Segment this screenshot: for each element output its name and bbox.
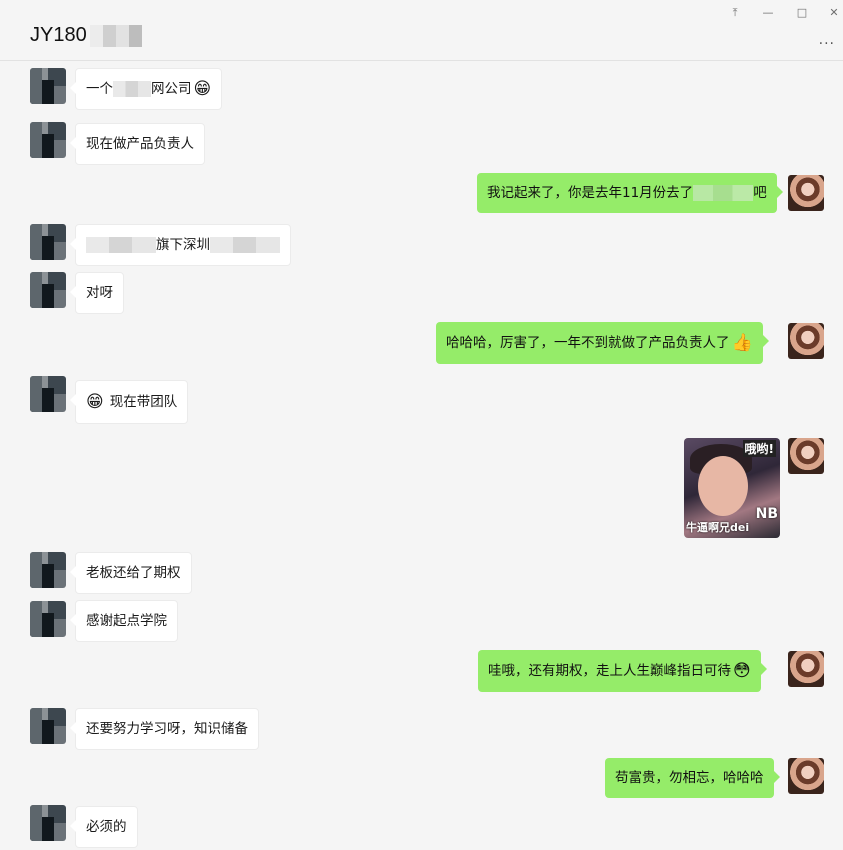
grin-emoji-icon: 😁 [193,79,212,99]
my-avatar[interactable] [788,175,824,211]
contact-avatar[interactable] [30,708,66,744]
minimize-icon[interactable]: — [758,6,778,20]
grin-emoji-icon: 😁 [86,392,104,412]
message-bubble[interactable]: 我记起来了，你是去年11月份去了吧 [477,173,783,213]
my-avatar[interactable] [788,438,824,474]
message-bubble[interactable]: 对呀 [70,272,124,314]
message-bubble[interactable]: 哈哈哈，厉害了，一年不到就做了产品负责人了 👍 [436,322,769,364]
contact-avatar[interactable] [30,68,66,104]
message-bubble[interactable]: 必须的 [70,806,138,848]
redacted-mosaic [89,24,142,47]
my-avatar[interactable] [788,651,824,687]
pin-icon[interactable]: ⤒ [725,6,745,20]
my-avatar[interactable] [788,323,824,359]
close-icon[interactable]: ✕ [824,6,843,20]
contact-avatar[interactable] [30,376,66,412]
message-bubble[interactable]: 感谢起点学院 [70,600,178,642]
contact-avatar[interactable] [30,805,66,841]
contact-avatar[interactable] [30,552,66,588]
message-list[interactable]: 一个 网公司 😁 现在做产品负责人 我记起来了，你是去年11月份去了吧 旗下深圳 对… [0,61,843,850]
message-bubble[interactable]: 现在做产品负责人 [70,123,205,165]
message-bubble[interactable]: 😁 现在带团队 [69,380,189,424]
contact-avatar[interactable] [30,122,66,158]
maximize-icon[interactable]: □ [792,6,812,20]
redacted-mosaic [693,185,754,201]
redacted-mosaic [210,237,280,253]
message-bubble[interactable]: 旗下深圳 [70,224,291,266]
sticker-image[interactable]: 哦哟! NB 牛逼啊兄dei [684,438,780,538]
more-options-icon[interactable]: ··· [819,36,835,52]
sticker-top-text: 哦哟! [742,440,776,457]
message-bubble[interactable]: 苟富贵，勿相忘，哈哈哈 [605,758,779,798]
sticker-face [698,456,748,516]
message-bubble[interactable]: 一个 网公司 😁 [69,68,223,110]
sticker-mark: NB [755,506,778,522]
my-avatar[interactable] [788,758,824,794]
flushed-emoji-icon: 😳 [733,661,751,681]
message-bubble[interactable]: 还要努力学习呀，知识储备 [70,708,259,750]
contact-avatar[interactable] [30,601,66,637]
redacted-mosaic [113,81,151,97]
message-bubble[interactable]: 哇哦，还有期权，走上人生巅峰指日可待 😳 [478,650,767,692]
thumbs-up-emoji-icon: 👍 [731,333,753,353]
contact-avatar[interactable] [30,272,66,308]
chat-header: JY180 ⤒ — □ ✕ ··· [0,0,843,61]
chat-title: JY180 [30,24,142,47]
redacted-mosaic [86,237,156,253]
contact-avatar[interactable] [30,224,66,260]
sticker-caption: 牛逼啊兄dei [686,521,750,534]
contact-name: JY180 [30,24,87,46]
message-bubble[interactable]: 老板还给了期权 [70,552,192,594]
